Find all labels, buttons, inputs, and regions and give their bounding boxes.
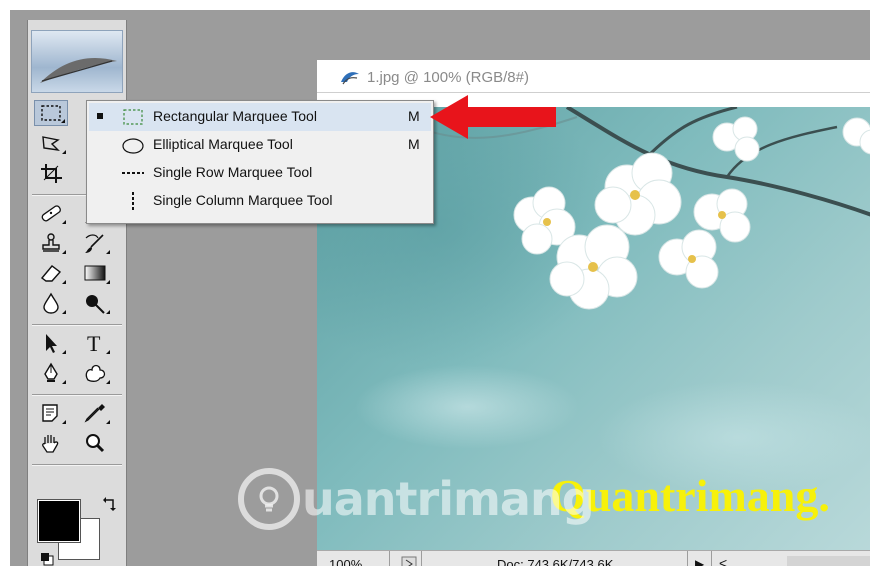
- blur-tool[interactable]: [34, 290, 68, 316]
- tool-row-10: [34, 400, 122, 428]
- marquee-tool[interactable]: [34, 100, 68, 126]
- menu-item-label: Elliptical Marquee Tool: [153, 136, 293, 152]
- healing-brush-tool[interactable]: [34, 200, 68, 226]
- healing-brush-icon: [41, 205, 61, 222]
- eraser-tool[interactable]: [34, 260, 68, 286]
- quantrimang-logo: uantrimang: [238, 468, 595, 530]
- pen-icon: [44, 362, 58, 382]
- gradient-icon: [84, 265, 106, 281]
- rect-marquee-icon: [123, 109, 143, 125]
- gradient-tool[interactable]: [78, 260, 112, 286]
- dodge-icon: [86, 295, 105, 314]
- menu-item-label: Rectangular Marquee Tool: [153, 108, 317, 124]
- menu-item-rectangular-marquee[interactable]: Rectangular Marquee Tool M: [89, 103, 431, 131]
- toolbox-header[interactable]: [31, 30, 123, 93]
- tool-row-5: [34, 230, 122, 258]
- dodge-tool[interactable]: [78, 290, 112, 316]
- marquee-tool-flyout-menu: Rectangular Marquee Tool M Elliptical Ma…: [86, 100, 434, 224]
- status-menu-icon[interactable]: [401, 556, 417, 566]
- lasso-icon: [42, 136, 60, 151]
- tool-row-6: [34, 260, 122, 288]
- svg-text:T: T: [87, 332, 101, 354]
- logo-wordmark: uantrimang: [302, 472, 595, 526]
- foreground-color-swatch[interactable]: [37, 499, 81, 543]
- eyedropper-tool[interactable]: [78, 400, 112, 426]
- menu-item-single-row-marquee[interactable]: Single Row Marquee Tool: [89, 159, 431, 187]
- zoom-level[interactable]: 100%: [329, 557, 362, 566]
- blur-icon: [43, 292, 59, 314]
- lightbulb-logo-icon: [238, 468, 300, 530]
- default-colors-icon[interactable]: [40, 552, 54, 566]
- pen-tool[interactable]: [34, 360, 68, 386]
- horizontal-scrollbar[interactable]: [787, 556, 870, 566]
- hand-icon: [42, 435, 59, 453]
- swap-colors-icon[interactable]: [102, 496, 118, 512]
- tool-row-9: [34, 360, 122, 388]
- document-titlebar[interactable]: 1.jpg @ 100% (RGB/8#): [317, 60, 870, 93]
- path-selection-tool[interactable]: [34, 330, 68, 356]
- custom-shape-tool[interactable]: [78, 360, 112, 386]
- eraser-icon: [40, 265, 62, 282]
- clone-stamp-tool[interactable]: [34, 230, 68, 256]
- tool-row-8: T: [34, 330, 122, 358]
- scroll-left-button[interactable]: <: [719, 555, 727, 566]
- menu-item-single-column-marquee[interactable]: Single Column Marquee Tool: [89, 187, 431, 215]
- single-column-marquee-icon: [132, 192, 134, 210]
- document-title: 1.jpg @ 100% (RGB/8#): [367, 69, 529, 86]
- crop-tool[interactable]: [34, 160, 68, 186]
- lasso-tool[interactable]: [34, 130, 68, 156]
- menu-item-label: Single Column Marquee Tool: [153, 192, 333, 208]
- ellipse-marquee-icon: [122, 138, 144, 154]
- feather-logo-icon: [40, 57, 117, 83]
- notes-tool[interactable]: [34, 400, 68, 426]
- path-selection-icon: [46, 334, 57, 353]
- notes-icon: [42, 404, 58, 422]
- menu-item-shortcut: M: [408, 108, 420, 124]
- menu-item-label: Single Row Marquee Tool: [153, 164, 313, 180]
- history-brush-icon: [85, 234, 104, 253]
- hand-tool[interactable]: [34, 430, 68, 456]
- zoom-icon: [86, 434, 105, 453]
- red-annotation-arrow-icon: [430, 95, 556, 139]
- type-tool[interactable]: T: [78, 330, 112, 356]
- workspace: T 1.jpg @ 100% (RGB/8#) Quantrimang. 100…: [10, 10, 870, 566]
- type-icon: T: [87, 332, 101, 354]
- selected-bullet-icon: [97, 113, 103, 119]
- status-bar: 100% Doc: 743.6K/743.6K ▶ <: [317, 550, 870, 566]
- tool-row-7: [34, 290, 122, 318]
- single-row-marquee-icon: [122, 172, 144, 174]
- history-brush-tool[interactable]: [78, 230, 112, 256]
- clone-stamp-icon: [42, 233, 60, 252]
- menu-item-elliptical-marquee[interactable]: Elliptical Marquee Tool M: [89, 131, 431, 159]
- zoom-tool[interactable]: [78, 430, 112, 456]
- custom-shape-icon: [85, 364, 106, 382]
- status-arrow-button[interactable]: ▶: [695, 557, 704, 566]
- tool-row-11: [34, 430, 122, 458]
- eyedropper-icon: [84, 404, 105, 423]
- document-size-info: Doc: 743.6K/743.6K: [497, 557, 614, 566]
- crop-icon: [41, 164, 62, 183]
- photoshop-document-icon: [341, 72, 359, 85]
- menu-item-shortcut: M: [408, 136, 420, 152]
